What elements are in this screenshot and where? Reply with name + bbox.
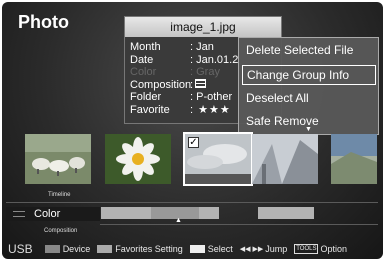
info-row-month: Month : Jan	[130, 41, 238, 54]
thumbnail-sheep[interactable]	[25, 134, 91, 184]
light-gray-key-icon	[97, 244, 113, 253]
help-device[interactable]: Device	[44, 243, 91, 254]
sort-current-label: Color	[34, 208, 61, 220]
thumbnail-architecture[interactable]	[252, 134, 318, 184]
jump-label: Jump	[265, 243, 288, 254]
info-value: : Jan	[190, 41, 214, 53]
help-jump[interactable]: ◀◀ ▶▶ Jump	[240, 244, 288, 254]
white-key-icon	[189, 244, 205, 253]
info-row-date: Date : Jan.01.2	[130, 54, 238, 67]
file-name: image_1.jpg	[125, 17, 281, 37]
device-label: Device	[62, 243, 91, 254]
thumbnail-flower[interactable]	[105, 134, 171, 184]
color-group-4[interactable]	[258, 207, 314, 219]
info-row-folder: Folder : P-other	[130, 91, 238, 104]
menu-item-delete-selected-file[interactable]: Delete Selected File	[242, 40, 376, 60]
help-select[interactable]: Select	[189, 243, 233, 254]
color-group-3[interactable]	[199, 207, 219, 219]
info-row-favorite: Favorite : ★★★	[130, 104, 238, 117]
info-value: : Gray	[190, 66, 220, 78]
sort-lines-icon	[13, 211, 25, 217]
rewind-forward-icon: ◀◀ ▶▶	[239, 245, 264, 253]
info-key: Date	[130, 53, 154, 66]
scroll-down-icon[interactable]: ▼	[305, 126, 312, 133]
page-title: Photo	[18, 12, 69, 32]
info-row-color: Color : Gray	[130, 66, 238, 79]
help-favorites-setting[interactable]: Favorites Setting	[97, 244, 183, 254]
menu-item-change-group-info[interactable]: Change Group Info	[242, 65, 376, 85]
select-label: Select	[207, 243, 233, 254]
info-key: Composition	[130, 78, 192, 91]
info-key: Folder	[130, 91, 162, 103]
composition-lines-icon	[195, 78, 207, 88]
info-value: : Jan.01.2	[190, 53, 239, 66]
favorites-label: Favorites Setting	[115, 243, 183, 254]
info-value: : ★★★	[190, 103, 231, 116]
option-menu: Delete Selected File Change Group Info D…	[238, 37, 379, 135]
sort-current-color[interactable]: Color	[6, 207, 100, 221]
help-option[interactable]: TOOLS Option	[294, 243, 348, 254]
source-label: USB	[8, 241, 33, 256]
info-key: Color	[130, 66, 157, 78]
color-group-1[interactable]	[101, 207, 151, 219]
tools-key-icon: TOOLS	[294, 243, 319, 254]
menu-item-deselect-all[interactable]: Deselect All	[242, 88, 376, 108]
sort-option-timeline[interactable]: Timeline	[48, 192, 70, 198]
sort-option-composition[interactable]: Composition	[44, 228, 77, 234]
help-bar: USB Device Favorites Setting Select ◀◀ ▶…	[2, 238, 383, 259]
selected-checkbox-icon[interactable]: ✓	[188, 137, 199, 148]
thumbnail-sky[interactable]: ✓	[183, 132, 253, 186]
info-key: Favorite	[130, 103, 170, 116]
info-rows: Month : Jan Date : Jan.01.2 Color : Gray Compo…	[130, 41, 238, 116]
divider-bottom	[100, 224, 378, 225]
thumbnail-landscape[interactable]	[331, 134, 377, 184]
divider-top	[6, 202, 378, 203]
photo-browser-screen: Photo image_1.jpg Month : Jan Date : Jan.01…	[2, 2, 383, 259]
position-marker-icon: ▲	[175, 217, 182, 224]
option-label: Option	[320, 243, 348, 254]
gray-key-icon	[44, 244, 60, 253]
info-key: Month	[130, 41, 161, 53]
info-value: :	[190, 78, 194, 91]
info-row-composition: Composition:	[130, 78, 238, 92]
info-value: : P-other	[190, 91, 233, 103]
